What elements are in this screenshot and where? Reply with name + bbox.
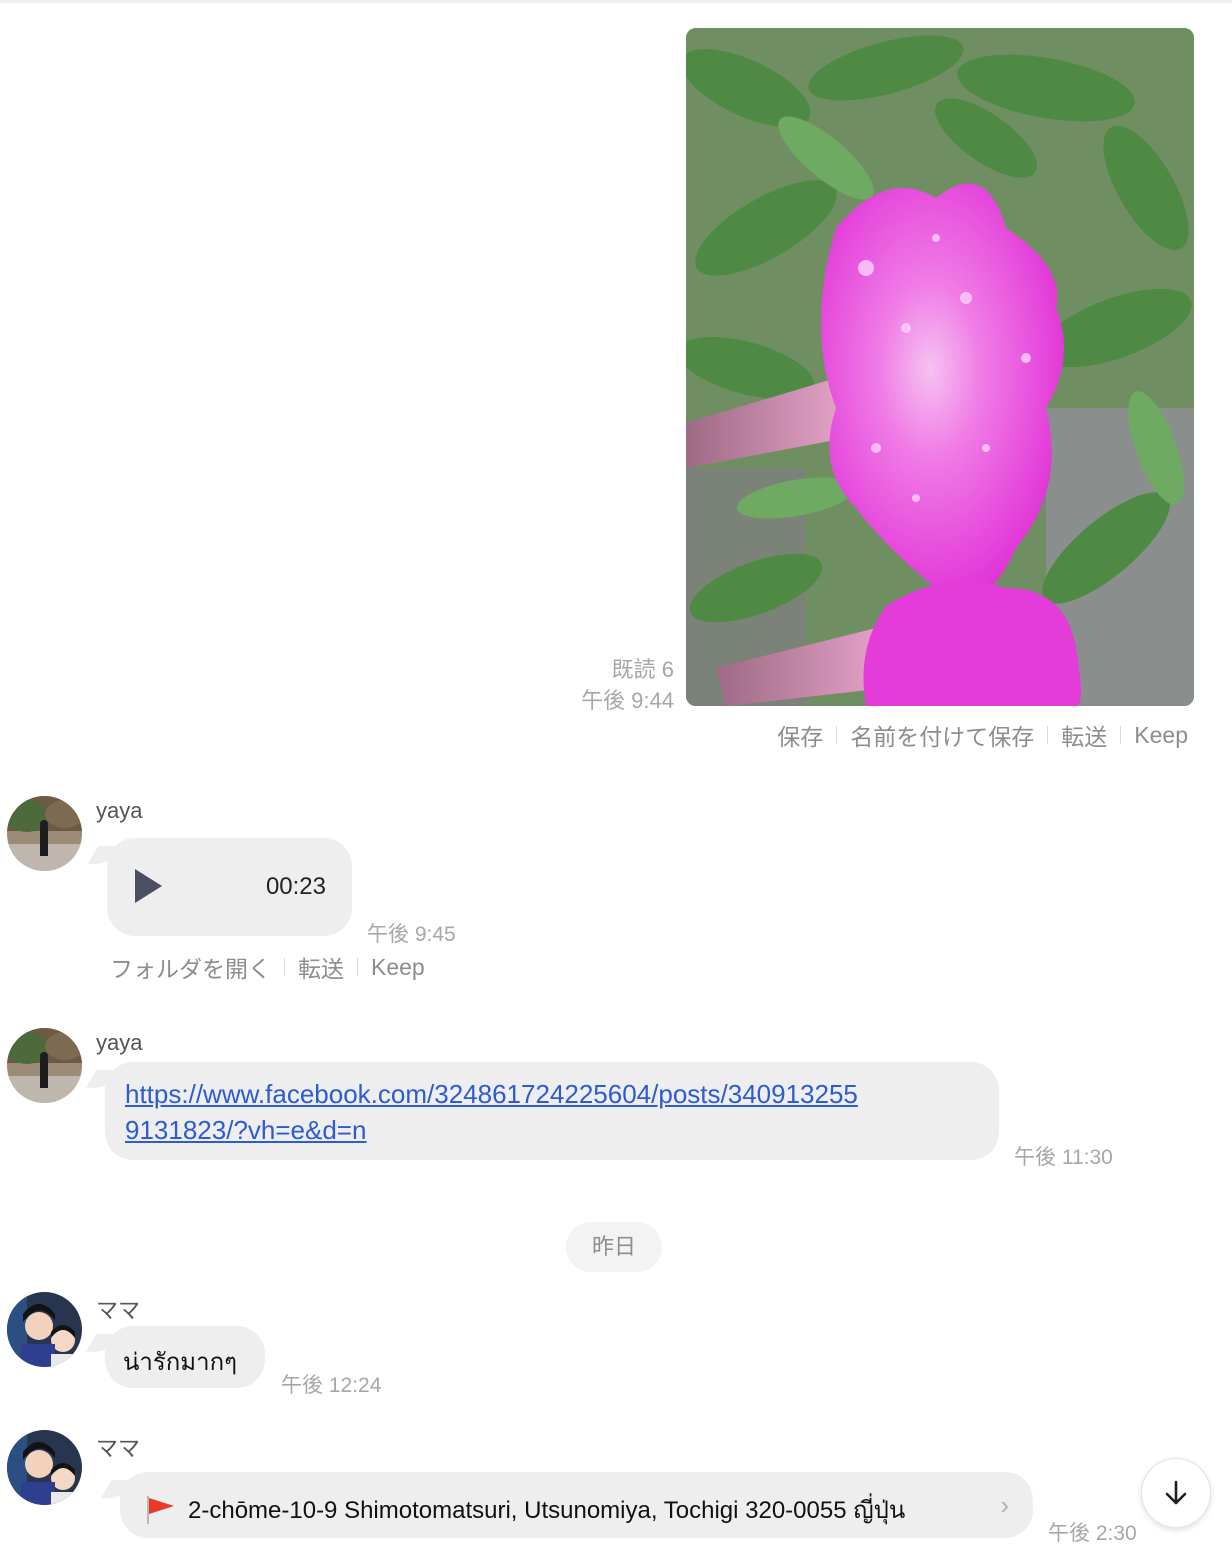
play-icon[interactable] (135, 869, 162, 903)
sent-photo[interactable] (686, 28, 1194, 706)
voice-message-bubble[interactable]: 00:23 (107, 838, 352, 936)
avatar-yaya[interactable] (7, 796, 82, 871)
message-link[interactable]: https://www.facebook.com/324861724225604… (125, 1076, 865, 1148)
message-text: น่ารักมากๆ (123, 1349, 238, 1376)
chevron-right-icon[interactable]: › (1000, 1490, 1009, 1521)
photo-action-bar: 保存 名前を付けて保存 転送 Keep (777, 718, 1188, 752)
forward-button[interactable]: 転送 (1061, 718, 1107, 752)
sender-name: ママ (96, 1436, 141, 1461)
keep-button[interactable]: Keep (371, 954, 425, 981)
text-message-bubble[interactable]: น่ารักมากๆ (105, 1326, 265, 1388)
divider (1047, 726, 1049, 744)
divider (357, 958, 358, 976)
sender-name: ママ (96, 1298, 141, 1323)
avatar-mama[interactable] (7, 1430, 82, 1505)
sender-name: yaya (96, 1030, 143, 1055)
date-separator: 昨日 (566, 1222, 662, 1272)
message-time: 午後 11:30 (1014, 1146, 1113, 1169)
top-divider (0, 0, 1232, 3)
keep-button[interactable]: Keep (1134, 722, 1188, 749)
read-receipt: 既読 6 (611, 657, 674, 682)
message-time: 午後 9:44 (581, 688, 674, 713)
save-button[interactable]: 保存 (777, 718, 823, 752)
divider (1120, 726, 1122, 744)
message-time: 午後 12:24 (281, 1374, 382, 1397)
forward-button[interactable]: 転送 (298, 950, 344, 984)
voice-duration: 00:23 (265, 873, 326, 900)
link-message-bubble: https://www.facebook.com/324861724225604… (105, 1062, 999, 1160)
flower-photo-image (686, 28, 1194, 706)
divider (836, 726, 838, 744)
location-flag-icon (147, 1496, 174, 1524)
scroll-to-bottom-button[interactable] (1141, 1458, 1211, 1528)
arrow-down-icon (1165, 1480, 1187, 1505)
avatar-mama[interactable] (7, 1292, 82, 1367)
sender-name: yaya (96, 798, 143, 823)
divider (284, 958, 285, 976)
save-as-button[interactable]: 名前を付けて保存 (850, 718, 1034, 752)
location-message-bubble[interactable]: 2-chōme-10-9 Shimotomatsuri, Utsunomiya,… (120, 1472, 1033, 1538)
message-time: 午後 9:45 (367, 923, 456, 946)
voice-action-bar: フォルダを開く 転送 Keep (110, 950, 425, 984)
message-time: 午後 2:30 (1048, 1522, 1137, 1545)
avatar-image (7, 796, 82, 871)
avatar-image (7, 1028, 82, 1103)
avatar-image (7, 1430, 82, 1505)
avatar-image (7, 1292, 82, 1367)
sent-photo-meta: 既読 6 午後 9:44 (581, 654, 674, 716)
avatar-yaya[interactable] (7, 1028, 82, 1103)
open-folder-button[interactable]: フォルダを開く (110, 950, 271, 984)
location-address: 2-chōme-10-9 Shimotomatsuri, Utsunomiya,… (188, 1497, 906, 1524)
